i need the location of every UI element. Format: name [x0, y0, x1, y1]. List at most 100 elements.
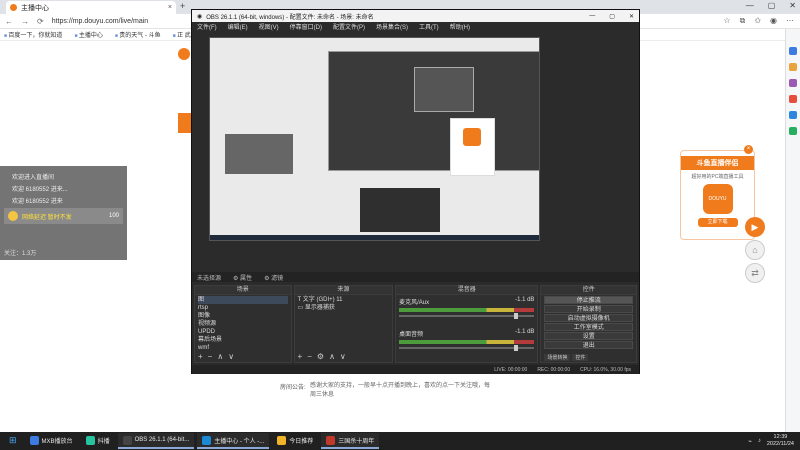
track-name: 桌面音频 [399, 332, 424, 338]
obs-minimize-button[interactable]: — [589, 13, 595, 20]
no-source-label: 未选择源 [197, 275, 222, 282]
clock-time: 12:39 [773, 434, 788, 440]
source-settings-icon[interactable]: ⚙ [317, 352, 324, 361]
favorites-icon[interactable]: ✩ [754, 16, 761, 26]
add-source-icon[interactable]: + [298, 352, 303, 361]
share-icon[interactable]: ⇄ [745, 263, 765, 283]
obs-close-button[interactable]: ✕ [629, 13, 634, 20]
obs-title-bar: ◉ OBS 26.1.1 (64-bit, windows) - 配置文件: 未… [192, 10, 639, 22]
scene-item[interactable]: 视频源 [198, 320, 288, 328]
taskbar-item[interactable]: 今日推荐 [272, 433, 318, 449]
live-timer: LIVE: 00:00:00 [494, 366, 528, 373]
taskbar-label: 主播中心 - 个人 -... [214, 438, 265, 445]
obs-app-icon: ◉ [197, 13, 203, 20]
dock-tab-controls[interactable]: 控件 [572, 354, 589, 361]
add-scene-icon[interactable]: + [198, 352, 203, 361]
bookmark-item[interactable]: 主播中心 [74, 30, 103, 39]
volume-slider[interactable] [399, 345, 535, 351]
exit-button[interactable]: 退出 [544, 341, 633, 349]
menu-tools[interactable]: 工具(T) [419, 22, 439, 31]
scene-item[interactable]: rtsp [198, 304, 288, 312]
close-icon[interactable]: × [744, 145, 753, 154]
properties-button[interactable]: ⚙ 属性 [233, 273, 252, 282]
source-item[interactable]: T 文字 (GDI+) 11 [298, 296, 390, 304]
shopping-icon[interactable] [789, 63, 797, 71]
gift-row: 网络延迟 暂时不发 100 [4, 208, 123, 224]
menu-scene-collection[interactable]: 场景集合(S) [376, 22, 408, 31]
office-icon[interactable] [789, 95, 797, 103]
preview-taskbar [210, 235, 539, 240]
gift-count: 100 [108, 213, 119, 219]
scene-item[interactable]: 幕后场景 [198, 336, 288, 344]
tools-icon[interactable] [789, 79, 797, 87]
side-tab[interactable] [178, 113, 191, 133]
taskbar-label: MXB播放台 [41, 438, 73, 445]
rec-timer: REC: 00:00:00 [537, 366, 571, 373]
dock-tab-transitions[interactable]: 场景转换 [544, 354, 571, 361]
taskbar-item[interactable]: 抖播 [81, 433, 115, 449]
tab-close-icon[interactable]: × [168, 4, 172, 11]
obs-preview-canvas[interactable] [209, 37, 540, 241]
menu-view[interactable]: 视图(V) [259, 22, 279, 31]
menu-help[interactable]: 帮助(H) [450, 22, 470, 31]
remove-source-icon[interactable]: − [307, 352, 312, 361]
url-field[interactable]: https://mp.douyu.com/live/main [52, 18, 182, 25]
play-icon[interactable]: ▶ [745, 217, 765, 237]
forward-button[interactable]: → [21, 17, 29, 26]
settings-button[interactable]: 设置 [544, 332, 633, 340]
home-icon[interactable]: ⌂ [745, 240, 765, 260]
outlook-icon[interactable] [789, 111, 797, 119]
menu-profile[interactable]: 配置文件(P) [333, 22, 365, 31]
star-icon[interactable]: ☆ [723, 16, 730, 26]
maximize-button[interactable]: ▢ [768, 1, 776, 10]
profile-icon[interactable]: ◉ [770, 16, 777, 26]
nested-obs-preview [328, 51, 539, 171]
menu-docks[interactable]: 停靠窗口(D) [290, 22, 322, 31]
volume-icon[interactable]: ♪ [758, 438, 761, 444]
add-icon[interactable] [789, 127, 797, 135]
download-button[interactable]: 立即下载 [697, 218, 738, 227]
promo-card: 斗鱼直播伴侣 超好用的PC端直播工具 DOUYU 立即下载 [680, 150, 755, 240]
bookmark-item[interactable]: 百度一下，你就知道 [4, 30, 62, 39]
move-down-icon[interactable]: ∨ [340, 352, 346, 361]
menu-file[interactable]: 文件(F) [197, 22, 217, 31]
clock-date: 2022/11/24 [766, 441, 794, 447]
clock[interactable]: 12:39 2022/11/24 [767, 434, 794, 448]
stop-streaming-button[interactable]: 停止推流 [544, 296, 633, 304]
browser-tab[interactable]: 主播中心 × [6, 1, 176, 14]
taskbar-label: 今日推荐 [289, 438, 314, 445]
menu-edit[interactable]: 编辑(E) [228, 22, 248, 31]
taskbar-item[interactable]: 主播中心 - 个人 -... [197, 433, 270, 449]
scene-item[interactable]: 图像 [198, 312, 288, 320]
taskbar-item[interactable]: 三国杀十周年 [321, 433, 380, 449]
app-icon [85, 435, 95, 445]
refresh-button[interactable]: ⟳ [37, 17, 44, 26]
more-icon[interactable]: ⋯ [786, 16, 794, 26]
followers-count: 关注：1.3万 [4, 251, 37, 257]
network-icon[interactable]: ⌁ [748, 438, 752, 445]
new-tab-button[interactable]: + [180, 1, 185, 11]
scene-item[interactable]: 图 [198, 296, 288, 304]
virtual-camera-button[interactable]: 启动虚拟摄像机 [544, 314, 633, 322]
bookmark-item[interactable]: 贵的天气 - 斗鱼 [115, 30, 160, 39]
volume-slider[interactable] [399, 313, 535, 319]
back-button[interactable]: ← [5, 17, 13, 26]
start-button[interactable]: ⊞ [4, 433, 22, 449]
start-recording-button[interactable]: 开始录制 [544, 305, 633, 313]
move-down-icon[interactable]: ∨ [228, 352, 234, 361]
move-up-icon[interactable]: ∧ [217, 352, 223, 361]
source-item[interactable]: ▭ 显示器捕获 [298, 304, 390, 312]
obs-maximize-button[interactable]: ▢ [609, 13, 615, 20]
remove-scene-icon[interactable]: − [208, 352, 213, 361]
filters-button[interactable]: ⚙ 滤镜 [264, 273, 283, 282]
extensions-icon[interactable]: ⧉ [740, 16, 746, 26]
taskbar-item[interactable]: MXB播放台 [25, 433, 78, 449]
move-up-icon[interactable]: ∧ [329, 352, 335, 361]
search-icon[interactable] [789, 47, 797, 55]
scene-item[interactable]: UPDD [198, 328, 288, 336]
minimize-button[interactable]: — [746, 1, 754, 10]
studio-mode-button[interactable]: 工作室模式 [544, 323, 633, 331]
scene-item[interactable]: wmf [198, 344, 288, 352]
close-window-button[interactable]: ✕ [789, 1, 796, 10]
taskbar-item[interactable]: OBS 26.1.1 (64-bit... [117, 433, 195, 449]
